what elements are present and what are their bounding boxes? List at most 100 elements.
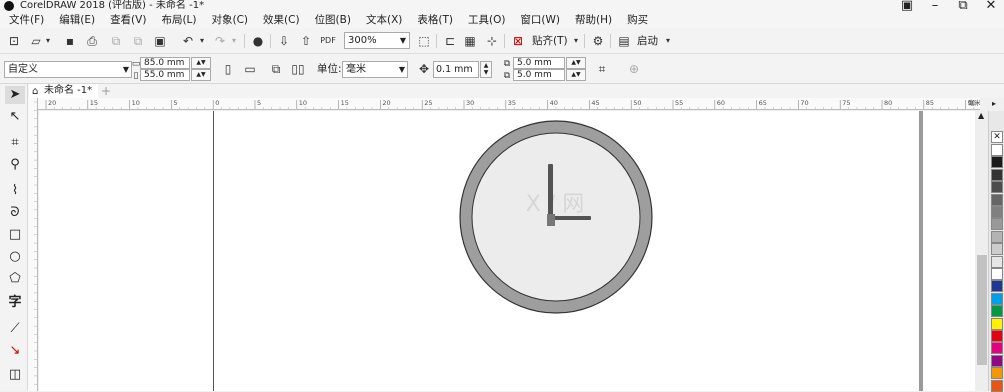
- launch-app-icon[interactable]: ▤: [616, 34, 632, 48]
- show-guidelines-icon[interactable]: ⊹: [484, 34, 500, 48]
- duplicate-x-field[interactable]: 5.0 mm: [513, 57, 565, 69]
- rectangle-tool-icon[interactable]: □: [5, 226, 25, 244]
- full-screen-icon[interactable]: ⬚: [416, 34, 432, 48]
- polygon-tool-icon[interactable]: ⬠: [5, 270, 25, 288]
- palette-scroll-icon[interactable]: ▸: [992, 99, 996, 108]
- menu-object[interactable]: 对象(C): [203, 12, 255, 28]
- open-dropdown-icon[interactable]: ▾: [40, 34, 56, 48]
- zoom-tool-icon[interactable]: ⚲: [5, 156, 25, 174]
- dimension-tool-icon[interactable]: ⟋: [5, 320, 25, 338]
- show-rulers-icon[interactable]: ⊏: [442, 34, 458, 48]
- snap-to-dropdown[interactable]: 贴齐(T): [532, 34, 568, 48]
- color-swatch[interactable]: [991, 230, 1003, 243]
- page-size-preset-select[interactable]: 自定义 ▼: [4, 61, 132, 78]
- launch-label[interactable]: 启动: [637, 34, 658, 48]
- save-icon[interactable]: ▪: [62, 34, 78, 48]
- page-width-field[interactable]: 85.0 mm: [140, 57, 190, 69]
- menu-buy[interactable]: 购买: [618, 12, 654, 28]
- snap-icon[interactable]: ⊠: [510, 34, 526, 48]
- artistic-media-icon[interactable]: ᘐ: [5, 204, 25, 222]
- page-height-field[interactable]: 55.0 mm: [140, 69, 190, 81]
- launch-dropdown-icon[interactable]: ▾: [660, 34, 676, 48]
- menu-help[interactable]: 帮助(H): [566, 12, 618, 28]
- scrollbar-thumb[interactable]: [977, 255, 987, 365]
- publish-pdf-icon[interactable]: PDF: [320, 34, 336, 48]
- home-icon[interactable]: ⌂: [32, 85, 38, 99]
- color-swatch[interactable]: [991, 379, 1003, 392]
- color-swatch[interactable]: [991, 305, 1003, 318]
- menu-view[interactable]: 查看(V): [101, 12, 152, 28]
- color-swatch[interactable]: [991, 317, 1003, 330]
- menu-window[interactable]: 窗口(W): [511, 12, 566, 28]
- width-stepper[interactable]: ▲▼: [191, 57, 211, 69]
- color-swatch[interactable]: [991, 156, 1003, 169]
- color-swatch[interactable]: [991, 206, 1003, 218]
- menu-table[interactable]: 表格(T): [408, 12, 459, 28]
- units-select[interactable]: 毫米 ▼: [342, 61, 408, 78]
- redo-dropdown-icon[interactable]: ▾: [226, 34, 242, 48]
- scroll-up-icon[interactable]: ▲: [978, 111, 984, 120]
- duplicate-y-field[interactable]: 5.0 mm: [513, 69, 565, 81]
- menu-edit[interactable]: 编辑(E): [50, 12, 101, 28]
- no-color-swatch[interactable]: ✕: [991, 131, 1003, 143]
- color-swatch[interactable]: [991, 255, 1003, 268]
- shape-tool-icon[interactable]: ↖: [5, 108, 25, 126]
- paste-icon[interactable]: ▣: [152, 34, 168, 48]
- landscape-icon[interactable]: ▭: [242, 62, 258, 76]
- ellipse-tool-icon[interactable]: ○: [5, 248, 25, 266]
- options-gear-icon[interactable]: ⚙: [590, 34, 606, 48]
- snap-dropdown-icon[interactable]: ▾: [568, 34, 584, 48]
- crop-tool-icon[interactable]: ⌗: [5, 134, 25, 152]
- add-tab-icon[interactable]: +: [101, 84, 111, 98]
- horizontal-ruler[interactable]: 20 15 10 5 0 5 10 15 20 25 30 35 40 45 50 55 60 65 70 75 80 8…: [38, 98, 980, 110]
- duplicate-y-stepper[interactable]: ▲▼: [566, 69, 586, 81]
- color-swatch[interactable]: [991, 168, 1003, 181]
- menu-bitmaps[interactable]: 位图(B): [306, 12, 357, 28]
- drop-shadow-tool-icon[interactable]: ◫: [5, 366, 25, 384]
- color-swatch[interactable]: [991, 193, 1003, 206]
- current-page-icon[interactable]: ▯▯: [290, 62, 306, 76]
- color-swatch[interactable]: [991, 243, 1003, 256]
- tab-document[interactable]: ⌂ 未命名 -1*: [29, 84, 99, 99]
- height-stepper[interactable]: ▲▼: [191, 69, 211, 81]
- show-grid-icon[interactable]: ▦: [462, 34, 478, 48]
- menu-file[interactable]: 文件(F): [0, 12, 50, 28]
- zoom-level-select[interactable]: 300% ▼: [344, 32, 410, 49]
- color-swatch[interactable]: [991, 342, 1003, 355]
- search-content-icon[interactable]: ●: [250, 34, 266, 48]
- import-icon[interactable]: ⇩: [276, 34, 292, 48]
- drawing-canvas[interactable]: X / 网: [39, 111, 975, 391]
- text-tool-icon[interactable]: 字: [5, 294, 25, 312]
- vertical-scrollbar[interactable]: ▲: [976, 111, 988, 391]
- clock-hour-hand[interactable]: [548, 164, 553, 220]
- color-swatch[interactable]: [991, 144, 1003, 156]
- color-swatch[interactable]: [991, 292, 1003, 305]
- add-page-icon[interactable]: ⊕: [626, 62, 642, 76]
- menu-effects[interactable]: 效果(C): [254, 12, 306, 28]
- color-swatch[interactable]: [991, 218, 1003, 231]
- vertical-ruler[interactable]: [28, 98, 38, 391]
- all-pages-icon[interactable]: ⧉: [268, 62, 284, 76]
- treat-as-filled-icon[interactable]: ⌗: [594, 62, 610, 76]
- color-swatch[interactable]: [991, 181, 1003, 194]
- nudge-stepper[interactable]: ▲ ▼: [480, 61, 492, 78]
- undo-dropdown-icon[interactable]: ▾: [194, 34, 210, 48]
- cut-icon[interactable]: ⧉: [108, 34, 124, 48]
- export-icon[interactable]: ⇧: [298, 34, 314, 48]
- connector-tool-icon[interactable]: ↘: [5, 342, 25, 360]
- color-swatch[interactable]: [991, 280, 1003, 293]
- color-swatch[interactable]: [991, 367, 1003, 380]
- copy-icon[interactable]: ⧉: [130, 34, 146, 48]
- color-swatch[interactable]: [991, 354, 1003, 367]
- print-icon[interactable]: ⎙: [84, 34, 100, 48]
- menu-layout[interactable]: 布局(L): [152, 12, 202, 28]
- menu-tools[interactable]: 工具(O): [459, 12, 511, 28]
- nudge-distance-field[interactable]: 0.1 mm: [433, 61, 479, 78]
- duplicate-x-stepper[interactable]: ▲▼: [566, 57, 586, 69]
- new-document-icon[interactable]: ⊡: [6, 34, 22, 48]
- portrait-icon[interactable]: ▯: [220, 62, 236, 76]
- color-swatch[interactable]: [991, 330, 1003, 342]
- freehand-tool-icon[interactable]: ⌇: [5, 182, 25, 200]
- pick-tool-icon[interactable]: ➤: [5, 86, 25, 104]
- menu-text[interactable]: 文本(X): [357, 12, 408, 28]
